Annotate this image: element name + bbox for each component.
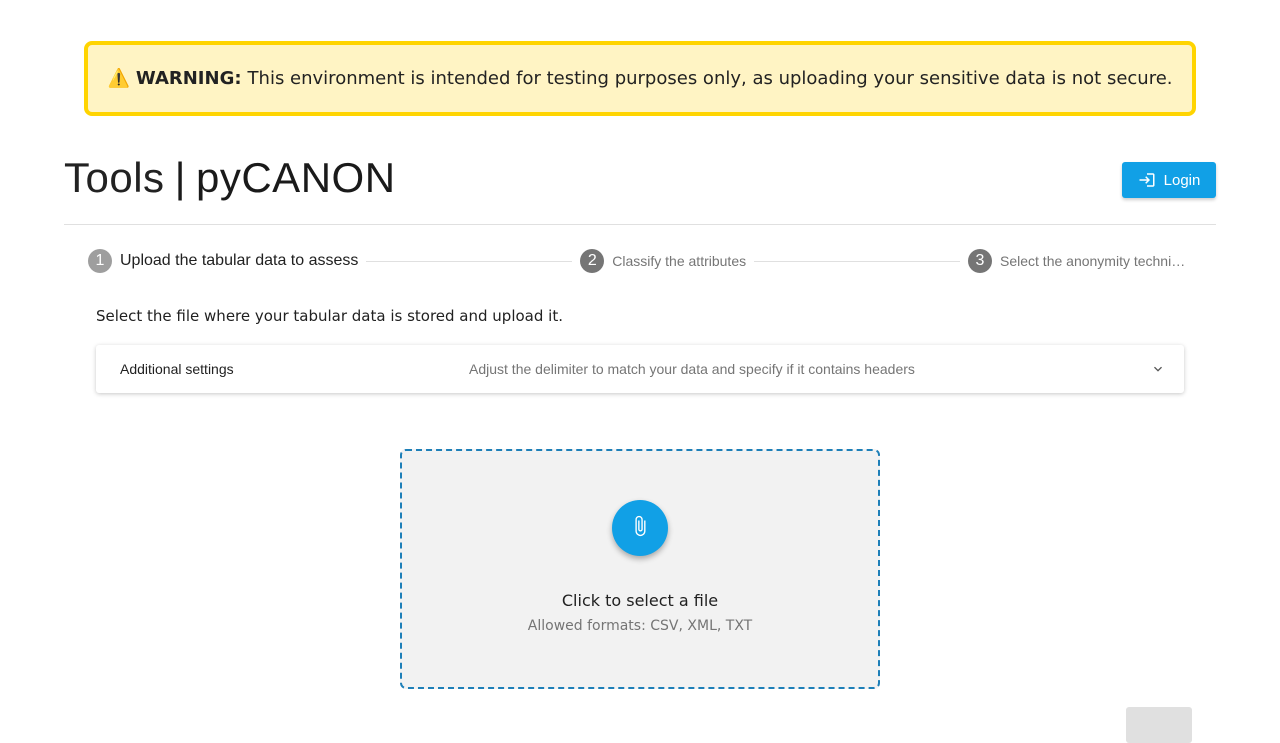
step-label: Upload the tabular data to assess	[120, 252, 359, 269]
step-number: 2	[580, 249, 605, 273]
login-label: Login	[1163, 171, 1201, 189]
settings-title: Additional settings	[120, 361, 234, 377]
title-separator: |	[174, 154, 186, 201]
header-divider	[64, 224, 1216, 225]
step-classify[interactable]: 2 Classify the attributes	[580, 249, 746, 273]
upload-instruction: Select the file where your tabular data …	[96, 307, 563, 325]
step-number: 1	[88, 249, 112, 273]
page-title: Tools | pyCANON	[64, 150, 396, 206]
attach-file-button[interactable]	[612, 500, 668, 556]
paperclip-icon	[629, 515, 651, 541]
step-connector	[754, 260, 960, 262]
login-button[interactable]: Login	[1122, 162, 1216, 198]
step-upload[interactable]: 1 Upload the tabular data to assess	[88, 249, 358, 273]
title-prefix: Tools	[64, 154, 165, 201]
settings-description: Adjust the delimiter to match your data …	[469, 361, 915, 377]
file-dropzone[interactable]: Click to select a file Allowed formats: …	[400, 449, 880, 689]
dropzone-formats-text: Allowed formats: CSV, XML, TXT	[527, 618, 753, 634]
stepper: 1 Upload the tabular data to assess 2 Cl…	[88, 249, 1188, 273]
warning-banner: ⚠️ WARNING: This environment is intended…	[84, 41, 1196, 116]
warning-label: WARNING:	[135, 68, 242, 89]
login-icon	[1138, 171, 1156, 189]
step-select-technique[interactable]: 3 Select the anonymity techniq…	[968, 249, 1188, 273]
warning-icon: ⚠️	[107, 68, 130, 89]
step-number: 3	[968, 249, 992, 273]
warning-message: This environment is intended for testing…	[247, 68, 1173, 89]
additional-settings-panel[interactable]: Additional settings Adjust the delimiter…	[96, 345, 1184, 393]
next-button[interactable]	[1126, 707, 1192, 743]
title-main: pyCANON	[195, 154, 396, 201]
dropzone-main-text: Click to select a file	[561, 591, 719, 610]
chevron-down-icon[interactable]	[1150, 361, 1166, 377]
step-label: Select the anonymity techniq…	[1000, 253, 1188, 269]
step-label: Classify the attributes	[612, 253, 747, 269]
step-connector	[366, 260, 573, 262]
